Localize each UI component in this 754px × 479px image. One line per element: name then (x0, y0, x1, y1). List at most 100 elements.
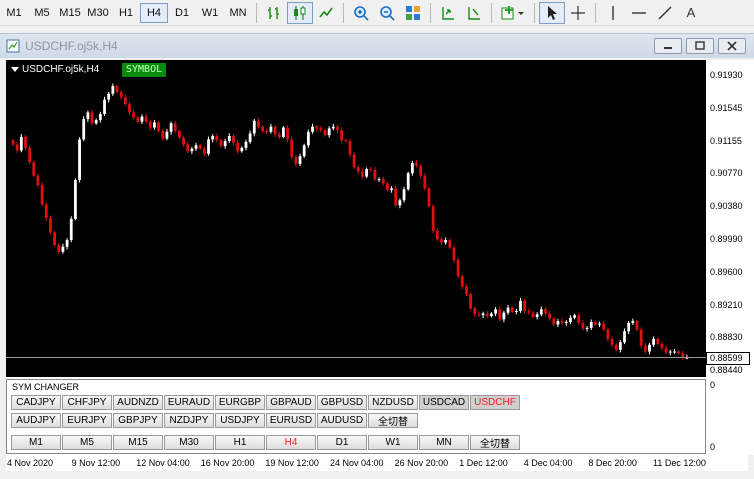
cursor-icon[interactable] (539, 1, 565, 24)
chart-menu-triangle-icon[interactable] (11, 67, 19, 73)
candle-body (136, 117, 140, 122)
chart-window-titlebar[interactable]: USDCHF.oj5k,H4 (0, 33, 754, 58)
sym-button-row1-3[interactable]: EURAUD (164, 395, 214, 410)
candle-body (111, 86, 115, 94)
sym-button-row1-9[interactable]: USDCHF (470, 395, 520, 410)
toolbar-separator (491, 2, 492, 23)
timeframe-m5[interactable]: M5 (28, 3, 56, 23)
candle-body (506, 307, 510, 313)
sym-button-row1-4[interactable]: EURGBP (215, 395, 265, 410)
candle-body (215, 136, 219, 141)
candle-body (386, 183, 389, 191)
autoscroll-icon[interactable] (435, 2, 461, 24)
candle-body (227, 136, 231, 142)
candle-bars-icon[interactable] (261, 2, 287, 24)
zoom-out-icon[interactable] (374, 2, 400, 24)
candle-body (232, 136, 235, 143)
sym-button-row2-5[interactable]: EURUSD (266, 413, 316, 428)
timeframe-m1[interactable]: M1 (0, 3, 28, 23)
timeframe-mn[interactable]: MN (224, 3, 252, 23)
indicators-icon[interactable] (496, 2, 530, 24)
sym-button-row3-8[interactable]: MN (419, 435, 469, 450)
time-tick-label: 9 Nov 12:00 (71, 458, 121, 468)
price-tick-label: 0.89600 (710, 266, 743, 277)
candle-body (61, 246, 65, 252)
candlestick-icon[interactable] (287, 1, 313, 24)
time-tick-label: 8 Dec 20:00 (588, 458, 637, 468)
sym-button-row3-2[interactable]: M15 (113, 435, 163, 450)
sym-button-row3-1[interactable]: M5 (62, 435, 112, 450)
text-tool-icon[interactable]: A (678, 2, 704, 24)
vertical-line-icon[interactable] (600, 2, 626, 24)
sym-button-row2-2[interactable]: GBPJPY (113, 413, 163, 428)
minimize-button[interactable] (654, 38, 682, 54)
sym-button-row1-2[interactable]: AUDNZD (113, 395, 163, 410)
candle-body (523, 300, 527, 311)
candle-body (11, 140, 15, 145)
timeframe-h1[interactable]: H1 (112, 3, 140, 23)
horizontal-line-icon[interactable] (626, 2, 652, 24)
candle-body (198, 145, 202, 149)
sym-button-row3-4[interactable]: H1 (215, 435, 265, 450)
timeframe-m30[interactable]: M30 (84, 3, 112, 23)
sym-button-row3-9[interactable]: 全切替 (470, 435, 520, 450)
sym-button-row2-1[interactable]: EURJPY (62, 413, 112, 428)
time-tick-label: 26 Nov 20:00 (394, 458, 449, 468)
timeframe-w1[interactable]: W1 (196, 3, 224, 23)
sym-button-row1-0[interactable]: CADJPY (11, 395, 61, 410)
line-chart-icon[interactable] (313, 2, 339, 24)
sym-button-row1-5[interactable]: GBPAUD (266, 395, 316, 410)
sym-button-row3-5[interactable]: H4 (266, 435, 316, 450)
sym-button-row3-3[interactable]: M30 (164, 435, 214, 450)
time-tick-label: 24 Nov 04:00 (330, 458, 384, 468)
sym-button-row1-8[interactable]: USDCAD (419, 395, 469, 410)
sym-button-row2-4[interactable]: USDJPY (215, 413, 265, 428)
candle-body (194, 145, 198, 149)
candle-body (635, 321, 639, 330)
sym-button-row1-1[interactable]: CHFJPY (62, 395, 112, 410)
candle-body (448, 239, 452, 248)
price-tick-label: 0.91155 (710, 135, 742, 146)
candle-body (273, 126, 277, 135)
toolbar-separator (595, 2, 596, 23)
candle-body (319, 128, 323, 131)
zoom-in-icon[interactable] (348, 2, 374, 24)
candle-body (431, 206, 435, 231)
candle-body (673, 351, 676, 353)
candle-body (465, 286, 468, 295)
candle-body (481, 313, 485, 316)
candle-body (598, 323, 601, 325)
price-axis[interactable] (706, 60, 754, 455)
chart-shift-icon[interactable] (461, 2, 487, 24)
maximize-button[interactable] (686, 38, 714, 54)
candle-body (618, 342, 622, 350)
candle-body (373, 169, 377, 180)
sym-button-row1-6[interactable]: GBPUSD (317, 395, 367, 410)
sym-button-row2-0[interactable]: AUDJPY (11, 413, 61, 428)
candlestick-plot[interactable] (6, 60, 706, 377)
candle-body (90, 112, 94, 124)
timeframe-h4[interactable]: H4 (140, 2, 168, 23)
candle-body (236, 142, 240, 152)
sym-button-row3-7[interactable]: W1 (368, 435, 418, 450)
candle-body (265, 130, 269, 132)
crosshair-icon[interactable] (565, 2, 591, 24)
price-tick-label: 0.88440 (710, 365, 743, 375)
tile-windows-icon[interactable] (400, 2, 426, 24)
candle-body (564, 321, 568, 323)
price-chart[interactable] (6, 60, 706, 377)
candle-body (240, 147, 244, 152)
candle-body (390, 188, 393, 191)
sym-button-row1-7[interactable]: NZDUSD (368, 395, 418, 410)
candle-body (585, 327, 589, 329)
timeframe-d1[interactable]: D1 (168, 3, 196, 23)
close-button[interactable] (718, 38, 746, 54)
timeframe-m15[interactable]: M15 (56, 3, 84, 23)
candle-body (677, 351, 680, 354)
sym-button-row3-6[interactable]: D1 (317, 435, 367, 450)
sym-button-row3-0[interactable]: M1 (11, 435, 61, 450)
trendline-icon[interactable] (652, 2, 678, 24)
sym-button-row2-7[interactable]: 全切替 (368, 413, 418, 428)
sym-button-row2-6[interactable]: AUDUSD (317, 413, 367, 428)
sym-button-row2-3[interactable]: NZDJPY (164, 413, 214, 428)
